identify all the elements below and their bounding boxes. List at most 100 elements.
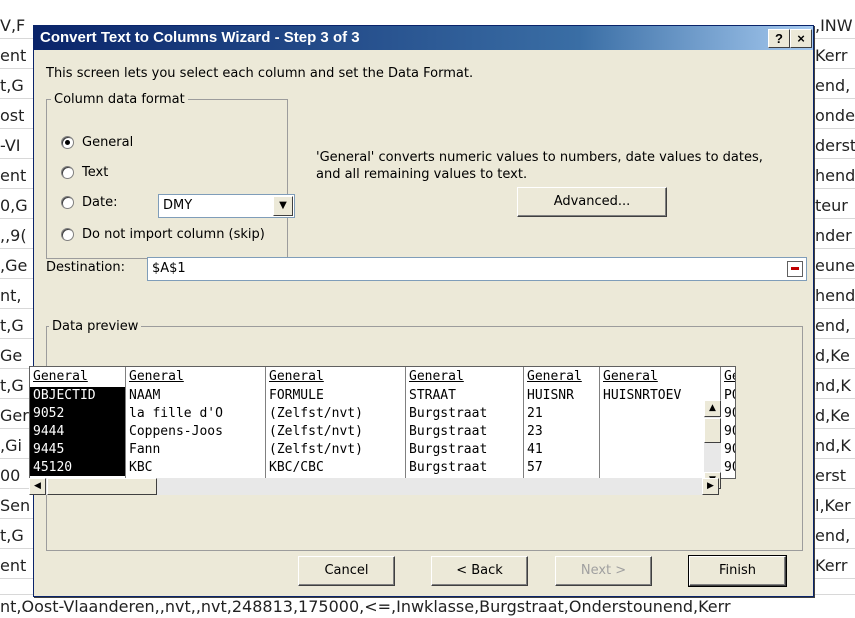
format-description: 'General' converts numeric values to num… [316, 150, 763, 182]
preview-cell: Fann [129, 442, 161, 457]
scroll-thumb-horizontal[interactable] [47, 478, 157, 495]
close-button[interactable]: × [790, 29, 812, 48]
preview-cell: NAAM [129, 388, 161, 403]
radio-button-icon[interactable] [61, 136, 74, 149]
preview-cell: la fille d'O [129, 406, 223, 421]
preview-cell: PO [724, 388, 735, 403]
chevron-down-icon[interactable]: ▼ [273, 196, 293, 216]
finish-button[interactable]: Finish [688, 555, 787, 587]
scroll-left-icon[interactable]: ◀ [29, 478, 46, 495]
row-left-fragment: Ger [0, 406, 29, 425]
next-button[interactable]: Next > [555, 556, 652, 586]
preview-cell: (Zelfst/nvt) [269, 442, 363, 457]
preview-cell: 21 [527, 406, 543, 421]
row-right-fragment: nd,K [815, 376, 851, 395]
column-separator [599, 367, 600, 478]
preview-cell: (Zelfst/nvt) [269, 424, 363, 439]
horizontal-scrollbar[interactable]: ◀ ▶ [29, 478, 719, 495]
destination-value: $A$1 [152, 261, 186, 276]
row-right-fragment: end, [815, 76, 851, 95]
scroll-right-icon[interactable]: ▶ [702, 478, 719, 495]
row-left-fragment: -VI [0, 136, 21, 155]
help-button[interactable]: ? [768, 29, 790, 48]
column-header[interactable]: General [527, 367, 582, 385]
column-header[interactable]: General [603, 367, 658, 385]
radio-button-icon[interactable] [61, 196, 74, 209]
radio-text[interactable]: Text [61, 165, 108, 180]
column-data-format-group: Column data format General Text Date: DM… [46, 92, 295, 259]
row-left-fragment: Sen [0, 496, 31, 515]
row-right-fragment: erst [815, 466, 847, 485]
selected-column[interactable]: OBJECTID 9052 9444 9445 45120 [30, 387, 126, 476]
preview-cell: Burgstraat [409, 442, 488, 457]
preview-cell: 23 [527, 424, 543, 439]
row-left-fragment: t,G [0, 526, 24, 545]
scroll-up-icon[interactable]: ▲ [704, 400, 721, 417]
column-header[interactable]: General [409, 367, 464, 385]
preview-cell: Coppens-Joos [129, 424, 223, 439]
destination-input[interactable]: $A$1 [147, 257, 807, 281]
column-header[interactable]: Genera [724, 367, 735, 385]
back-button[interactable]: < Back [431, 556, 528, 586]
preview-cell: 9444 [33, 424, 65, 439]
advanced-button[interactable]: Advanced... [517, 187, 667, 217]
row-right-fragment: derst [815, 136, 855, 155]
row-left-fragment: V,F [0, 16, 26, 35]
row-left-fragment: t,G [0, 376, 24, 395]
radio-general[interactable]: General [61, 135, 133, 150]
preview-cell: OBJECTID [33, 388, 96, 403]
radio-text-label: Text [82, 165, 109, 180]
column-separator [523, 367, 524, 478]
row-right-fragment: eune [815, 256, 855, 275]
radio-button-icon[interactable] [61, 166, 74, 179]
scroll-thumb[interactable] [704, 418, 721, 443]
cancel-button[interactable]: Cancel [298, 556, 395, 586]
date-format-select[interactable]: DMY ▼ [158, 194, 295, 218]
row-right-fragment: d,Ke [815, 346, 850, 365]
radio-general-label: General [82, 135, 134, 150]
radio-date[interactable]: Date: [61, 195, 117, 210]
radio-skip[interactable]: Do not import column (skip) [61, 227, 265, 242]
column-header[interactable]: General [129, 367, 184, 385]
row-right-fragment: hend [815, 166, 855, 185]
row-right-fragment: teur [815, 196, 848, 215]
preview-cell: STRAAT [409, 388, 456, 403]
row-right-fragment: nder [815, 226, 852, 245]
row-left-fragment: 0,G [0, 196, 28, 215]
row-left-fragment: ,Gi [0, 436, 22, 455]
row-left-fragment: t,G [0, 316, 24, 335]
preview-cell: (Zelfst/nvt) [269, 406, 363, 421]
preview-cell: 9445 [33, 442, 65, 457]
row-left-fragment: t,G [0, 76, 24, 95]
column-separator [125, 367, 126, 478]
preview-cell: HUISNR [527, 388, 574, 403]
data-preview-legend: Data preview [52, 319, 139, 334]
row-right-fragment: l,Ker [815, 496, 851, 515]
radio-button-icon[interactable] [61, 228, 74, 241]
column-separator [405, 367, 406, 478]
dialog-titlebar[interactable]: Convert Text to Columns Wizard - Step 3 … [34, 26, 813, 50]
row-left-fragment: ent [0, 46, 27, 65]
vertical-scrollbar[interactable]: ▲ ▼ [704, 400, 721, 489]
column-header[interactable]: General [269, 367, 324, 385]
row-right-fragment: onde [815, 106, 855, 125]
spreadsheet-bottom-row: nt,Oost-Vlaanderen,,nvt,,nvt,248813,1750… [0, 594, 855, 618]
row-right-fragment: d,Ke [815, 406, 850, 425]
radio-date-label: Date: [82, 195, 118, 210]
column-header[interactable]: General [33, 367, 88, 385]
preview-cell: FORMULE [269, 388, 324, 403]
row-right-fragment: end, [815, 526, 851, 545]
collapse-dialog-icon[interactable] [787, 261, 803, 277]
data-preview-grid[interactable]: OBJECTID 9052 9444 9445 45120 General General… [29, 366, 736, 479]
preview-cell: Burgstraat [409, 460, 488, 475]
preview-cell: KBC [129, 460, 153, 475]
row-right-fragment: Kerr [815, 46, 848, 65]
row-left-fragment: ost [0, 106, 25, 125]
row-left-fragment: Ge [0, 346, 23, 365]
radio-skip-label: Do not import column (skip) [82, 227, 265, 242]
row-left-fragment: ent [0, 166, 27, 185]
preview-cell: 90 [724, 442, 735, 457]
preview-cell: 9052 [33, 406, 65, 421]
row-right-fragment: ,INW [815, 16, 853, 35]
row-left-fragment: nt, [0, 286, 22, 305]
